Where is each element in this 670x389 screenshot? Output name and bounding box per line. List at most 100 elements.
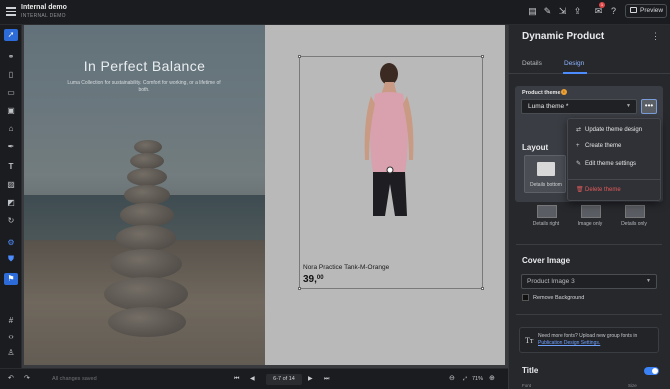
active-tab-indicator — [563, 72, 587, 74]
layout-caption: Details bottom — [530, 182, 562, 188]
settings-tool-icon[interactable]: ⚙ — [4, 237, 18, 249]
divider — [516, 244, 662, 245]
first-page-icon[interactable]: ⏮ — [234, 373, 239, 385]
page-tool-icon[interactable]: ▯ — [4, 69, 18, 81]
menu-item-label: Edit theme settings — [585, 161, 637, 167]
tab-details[interactable]: Details — [522, 60, 542, 67]
undo-icon[interactable]: ↶ — [8, 373, 14, 385]
tabs-divider — [508, 73, 670, 74]
preview-button[interactable]: Preview — [625, 4, 667, 18]
widget-tool-icon[interactable]: ▣ — [4, 105, 18, 117]
tag-tool-icon[interactable]: ⌂ — [4, 123, 18, 135]
redo-icon[interactable]: ↷ — [24, 373, 30, 385]
title-section-heading: Title — [522, 366, 539, 375]
resize-handle[interactable] — [298, 287, 301, 290]
theme-more-button[interactable]: ••• — [641, 99, 657, 114]
title-toggle[interactable] — [644, 367, 659, 375]
swap-icon: ⇄ — [576, 127, 582, 133]
menu-item-update-theme[interactable]: ⇄ Update theme design — [576, 126, 642, 133]
pencil-icon: ✎ — [576, 161, 582, 167]
theme-actions-menu: ⇄ Update theme design + Create theme ✎ Edit… — [567, 118, 661, 201]
info-icon[interactable]: i — [561, 89, 567, 95]
tab-design[interactable]: Design — [564, 60, 584, 67]
shapes-tool-icon[interactable]: ◩ — [4, 197, 18, 209]
layout-details-bottom[interactable]: Details bottom — [524, 155, 566, 193]
zoom-in-icon[interactable]: ⊕ — [489, 373, 495, 385]
shield-tool-icon[interactable]: ⛊ — [4, 253, 18, 265]
product-name[interactable]: Nora Practice Tank-M-Orange — [303, 264, 389, 271]
help-icon[interactable]: ? — [608, 6, 619, 17]
panel-title: Dynamic Product — [522, 31, 605, 42]
layout-bottom-icon — [537, 162, 555, 176]
left-toolbar: ➚ ⚭ ▯ ▭ ▣ ⌂ ✒ T ▨ ◩ ↻ ⚙ ⛊ ⚑ # ‹› ♙ — [0, 25, 22, 368]
price-main: 39, — [303, 274, 317, 285]
export-icon[interactable]: ⇲ — [557, 6, 568, 17]
sync-tool-icon[interactable]: ↻ — [4, 215, 18, 227]
layout-details-only[interactable]: Details only — [613, 205, 655, 233]
layout-image-only[interactable]: Image only — [569, 205, 611, 233]
menu-divider — [568, 179, 660, 180]
image-tool-icon[interactable]: ▨ — [4, 179, 18, 191]
price-cents: 00 — [316, 275, 324, 281]
project-subtitle: INTERNAL DEMO — [21, 13, 66, 19]
resize-handle[interactable] — [481, 287, 484, 290]
media-tool-icon[interactable]: ▭ — [4, 87, 18, 99]
layout-image-icon — [581, 205, 601, 218]
text-tool-icon[interactable]: T — [4, 161, 18, 173]
product-image[interactable] — [345, 60, 435, 220]
theme-select[interactable]: Luma theme * ▼ — [521, 99, 637, 114]
grid-tool-icon[interactable]: # — [4, 315, 18, 327]
menu-item-label: Delete theme — [585, 187, 621, 193]
keyboard-icon[interactable] — [579, 7, 590, 18]
panel-menu-icon[interactable]: ⋮ — [651, 31, 660, 42]
cover-image-select[interactable]: Product Image 3 ▼ — [521, 274, 657, 289]
cover-select-value: Product Image 3 — [527, 278, 575, 285]
divider — [516, 126, 562, 127]
fit-icon[interactable]: ⤢ — [463, 373, 467, 385]
fonts-info-box: Tт Need more fonts? Upload new group fon… — [519, 327, 659, 353]
top-bar: Internal demo INTERNAL DEMO ▤ ✎ ⇲ ⇪ ✉ 1 … — [0, 0, 670, 25]
publication-settings-link[interactable]: Publication Design Settings. — [538, 340, 600, 346]
selection-dim-overlay — [24, 25, 265, 365]
hero-subtitle[interactable]: Luma Collection for sustainability. Comf… — [64, 80, 224, 94]
link-tool-icon[interactable]: ⚭ — [4, 51, 18, 63]
code-tool-icon[interactable]: ‹› — [4, 331, 18, 343]
preview-label: Preview — [640, 7, 664, 14]
document-icon[interactable]: ▤ — [527, 6, 538, 17]
layout-details-right[interactable]: Details right — [525, 205, 567, 233]
fonts-info-text: Need more fonts? Upload new group fonts … — [538, 333, 658, 347]
left-page[interactable]: In Perfect Balance Luma Collection for s… — [24, 25, 265, 365]
layout-right-icon — [537, 205, 557, 218]
layout-caption: Details right — [532, 221, 560, 227]
layout-caption: Image only — [577, 221, 603, 227]
zoom-level[interactable]: 71% — [472, 373, 483, 385]
hero-title[interactable]: In Perfect Balance — [24, 58, 265, 74]
divider — [516, 314, 662, 315]
remove-background-checkbox[interactable] — [522, 294, 529, 301]
accessibility-tool-icon[interactable]: ♙ — [4, 347, 18, 359]
last-page-icon[interactable]: ⏭ — [324, 373, 329, 385]
monitor-icon — [630, 7, 637, 13]
page-indicator[interactable]: 6-7 of 14 — [266, 374, 302, 385]
menu-item-create-theme[interactable]: + Create theme — [576, 143, 621, 149]
menu-item-label: Update theme design — [585, 127, 643, 133]
remove-background-label: Remove Background — [533, 295, 585, 301]
project-title: Internal demo — [21, 4, 67, 11]
menu-item-delete-theme[interactable]: 🗑Delete theme — [576, 186, 621, 193]
product-price[interactable]: 39,00 — [303, 274, 324, 285]
product-theme-label: Product theme — [522, 90, 561, 96]
resize-handle[interactable] — [298, 55, 301, 58]
menu-item-edit-theme[interactable]: ✎ Edit theme settings — [576, 160, 636, 167]
tools-icon[interactable]: ✎ — [542, 6, 553, 17]
pen-tool-icon[interactable]: ✒ — [4, 141, 18, 153]
next-page-icon[interactable]: ▶ — [308, 373, 313, 385]
zoom-out-icon[interactable]: ⊖ — [449, 373, 455, 385]
chevron-down-icon: ▼ — [646, 278, 651, 284]
menu-icon[interactable] — [6, 7, 16, 16]
save-status: All changes saved — [52, 376, 97, 382]
resize-handle[interactable] — [481, 55, 484, 58]
prev-page-icon[interactable]: ◀ — [250, 373, 255, 385]
product-tool-icon[interactable]: ⚑ — [4, 273, 18, 285]
plus-icon: + — [576, 143, 580, 149]
select-tool-icon[interactable]: ➚ — [4, 29, 18, 41]
